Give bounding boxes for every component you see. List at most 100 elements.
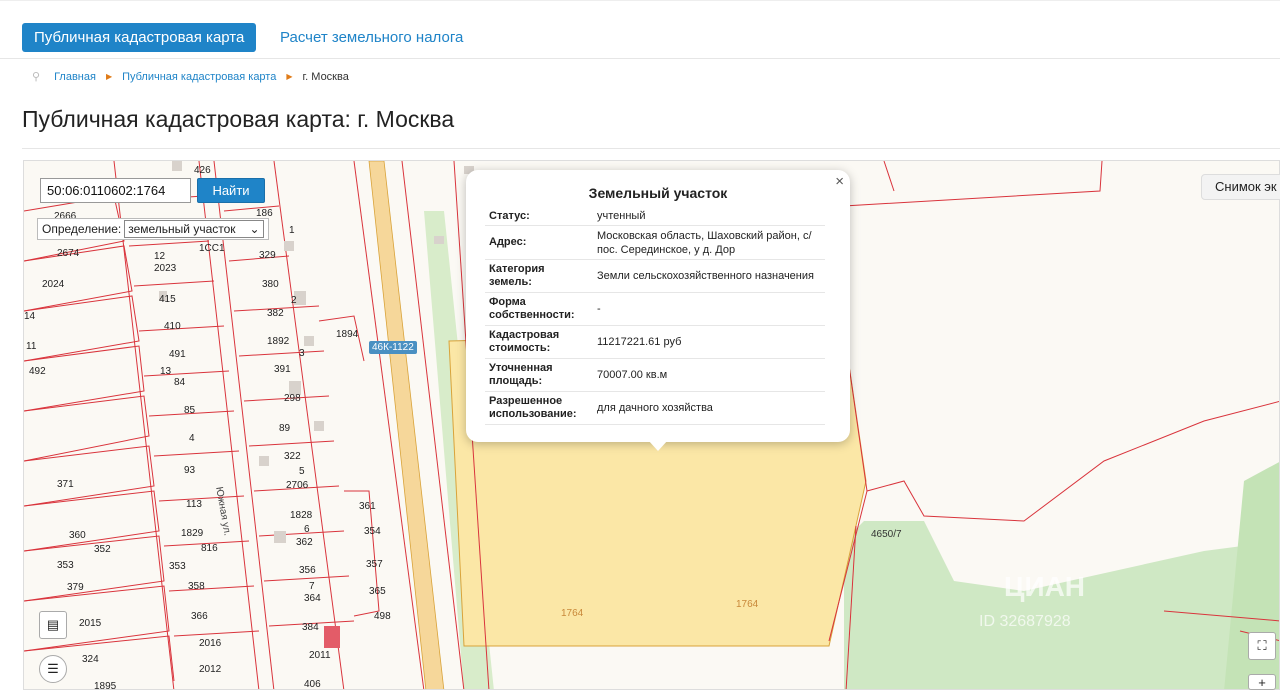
breadcrumb-current: г. Москва	[302, 70, 349, 83]
chevron-down-icon: ⌄	[249, 222, 260, 236]
lot-number-label: 329	[259, 250, 276, 261]
lot-number-label: 426	[194, 165, 211, 176]
lot-number-label: 360	[69, 530, 86, 541]
lot-number-label: 298	[284, 393, 301, 404]
lot-number-label: 391	[274, 364, 291, 375]
lot-number-label: 380	[262, 279, 279, 290]
lot-number-label: 2016	[199, 638, 222, 649]
divider	[22, 148, 1280, 149]
search-button[interactable]: Найти	[197, 178, 265, 203]
popup-info-table: Статус: учтенный Адрес: Московская облас…	[485, 208, 825, 425]
lot-number-label: 2024	[42, 279, 65, 290]
tab-cadastral-map[interactable]: Публичная кадастровая карта	[22, 23, 257, 52]
layers-icon[interactable]: ☰	[39, 655, 67, 683]
popup-row-status: Статус: учтенный	[485, 208, 825, 226]
lot-number-label: 379	[67, 582, 84, 593]
popup-row-area: Уточненная площадь: 70007.00 кв.м	[485, 359, 825, 392]
lot-number-label: 1828	[290, 510, 313, 521]
popup-value: -	[597, 303, 601, 315]
lot-number-label: 84	[174, 377, 186, 388]
popup-value: Земли сельскохозяйственного назначения	[597, 270, 814, 282]
definition-label: Определение:	[42, 222, 122, 236]
map-green-area	[844, 521, 1279, 689]
lot-number-label: 356	[299, 565, 316, 576]
popup-key: Адрес:	[489, 236, 527, 248]
lot-number-label: 322	[284, 451, 301, 462]
breadcrumb: ⚲ Главная ▶ Публичная кадастровая карта …	[32, 70, 349, 84]
popup-key: Категория земель:	[489, 263, 545, 288]
lot-number-label: 6	[304, 524, 310, 535]
page-title: Публичная кадастровая карта: г. Москва	[22, 106, 455, 132]
lot-number-label: 1892	[267, 336, 290, 347]
search-input[interactable]: 50:06:0110602:1764	[40, 178, 191, 203]
popup-key: Кадастровая стоимость:	[489, 329, 560, 354]
lot-number-label: 354	[364, 526, 381, 537]
lot-number-label: 85	[184, 405, 196, 416]
parcel-label-left: 1764	[561, 608, 584, 619]
lot-number-label: 2012	[199, 664, 222, 675]
definition-value: земельный участок	[128, 222, 236, 236]
popup-tail	[648, 440, 668, 451]
lot-number-label: 371	[57, 479, 74, 490]
lot-number-label: 13	[160, 366, 172, 377]
lot-number-label: 2011	[309, 650, 331, 661]
lot-number-label: 491	[169, 349, 186, 360]
lot-number-label: 7	[309, 581, 315, 592]
popup-value: для дачного хозяйства	[597, 402, 713, 414]
lot-number-label: 357	[366, 559, 383, 570]
lot-number-label: 361	[359, 501, 376, 512]
lot-number-label: 2023	[154, 263, 177, 274]
lot-number-label: 1	[289, 225, 295, 236]
location-pin-icon: ⚲	[32, 71, 41, 83]
definition-select[interactable]: земельный участок ⌄	[124, 220, 264, 238]
zoom-in-icon[interactable]: +	[1248, 674, 1276, 690]
lot-number-label: 364	[304, 593, 321, 604]
lot-number-label: 365	[369, 586, 386, 597]
lot-number-label: 3	[299, 348, 305, 359]
popup-value: Московская область, Шаховский район, с/п…	[597, 229, 812, 256]
neighbor-parcel-label: 4650/7	[871, 529, 902, 540]
lot-number-label: 352	[94, 544, 111, 555]
parcel-label-right: 1764	[736, 599, 759, 610]
lot-number-label: 4	[189, 433, 195, 444]
breadcrumb-home[interactable]: Главная	[54, 71, 96, 83]
popup-row-ownership: Форма собственности: -	[485, 293, 825, 326]
lot-number-label: 1895	[94, 681, 117, 690]
fullscreen-icon[interactable]: ⛶	[1248, 632, 1276, 660]
lot-number-label: 12	[154, 251, 166, 262]
definition-control: Определение: земельный участок ⌄	[37, 218, 269, 240]
lot-number-label: 362	[296, 537, 313, 548]
lot-number-label: 1829	[181, 528, 204, 539]
watermark-id: ID 32687928	[979, 613, 1071, 630]
lot-number-label: 366	[191, 611, 208, 622]
lot-number-label: 113	[186, 499, 202, 510]
lot-number-label: 353	[57, 560, 74, 571]
lot-number-label: 2	[291, 295, 297, 306]
parcel-info-popup: × Земельный участок Статус: учтенный Адр…	[466, 170, 850, 442]
road-label: 46К-1122	[369, 341, 417, 354]
lot-number-label: 2015	[79, 618, 102, 629]
lot-number-label: 382	[267, 308, 284, 319]
breadcrumb-map[interactable]: Публичная кадастровая карта	[122, 71, 276, 83]
breadcrumb-separator-icon: ▶	[105, 72, 113, 81]
popup-key: Статус:	[489, 210, 530, 222]
lot-number-label: 1894	[336, 329, 359, 340]
popup-title: Земельный участок	[588, 185, 728, 201]
snapshot-button[interactable]: Снимок эк	[1201, 174, 1280, 200]
lot-number-label: 498	[374, 611, 391, 622]
lot-number-label: 492	[29, 366, 46, 377]
lot-number-label: 89	[279, 423, 291, 434]
tab-land-tax[interactable]: Расчет земельного налога	[280, 23, 463, 52]
lot-number-label: 11	[26, 341, 37, 352]
popup-value: 70007.00 кв.м	[597, 369, 668, 381]
lot-number-label: 1СС1	[199, 243, 225, 254]
legend-icon[interactable]: ▤	[39, 611, 67, 639]
popup-row-address: Адрес: Московская область, Шаховский рай…	[485, 226, 825, 260]
lot-number-label: 5	[299, 466, 305, 477]
popup-key: Разрешенное использование:	[489, 395, 577, 420]
popup-key: Уточненная площадь:	[489, 362, 553, 387]
lot-number-label: 384	[302, 622, 319, 633]
popup-key: Форма собственности:	[489, 296, 575, 321]
watermark: ЦИАН	[1004, 571, 1086, 602]
lot-number-label: 358	[188, 581, 205, 592]
